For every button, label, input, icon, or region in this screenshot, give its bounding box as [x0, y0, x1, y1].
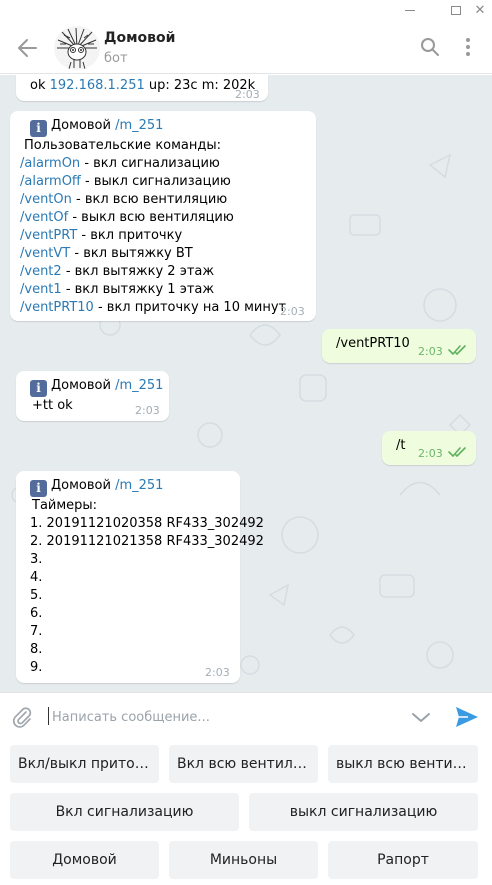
command-line: /ventPRT10 - вкл приточку на 10 минут [20, 299, 306, 317]
search-icon[interactable] [419, 36, 441, 58]
arrow-left-icon[interactable] [14, 36, 40, 60]
info-icon: i [30, 480, 47, 497]
command-desc: - вкл вытяжку ВТ [70, 246, 193, 261]
message-bubble[interactable]: i Домовой /m_251 Пользовательские команды… [10, 111, 316, 321]
command-link[interactable]: /vent1 [20, 282, 62, 297]
message-composer [0, 692, 492, 740]
info-icon: i [30, 120, 47, 137]
bot-keyboard: Вкл/выкл приточку Вкл всю вентиляцию вык… [0, 740, 492, 885]
sender-name: Домовой [51, 118, 111, 133]
timer-item: 3. [30, 552, 43, 567]
command-link[interactable]: /vent2 [20, 264, 62, 279]
command-line: /alarmOn - вкл сигнализацию [20, 155, 306, 173]
command-line: /vent2 - вкл вытяжку 2 этаж [20, 263, 306, 281]
timer-item: 8. [30, 642, 43, 657]
message-input[interactable] [52, 705, 392, 729]
message-bubble[interactable]: ok 192.168.1.251 up: 23c m: 202k 2:03 [16, 75, 268, 101]
command-line: /ventPRT - вкл приточку [20, 227, 306, 245]
chevron-down-icon[interactable] [410, 707, 432, 727]
command-link[interactable]: /ventVT [20, 246, 70, 261]
message-time: 2:03 [280, 305, 305, 318]
message-bubble[interactable]: i Домовой /m_251 Таймеры: 1. 201911210203… [16, 471, 264, 683]
timer-item: 7. [30, 624, 43, 639]
message-text: /ventPRT10 [336, 336, 410, 351]
command-desc: - вкл вытяжку 2 этаж [61, 264, 215, 279]
double-check-icon [448, 447, 466, 457]
command-link[interactable]: /ventOf [20, 210, 68, 225]
message-time: 2:03 [418, 447, 443, 460]
keyboard-button[interactable]: выкл сигнализацию [249, 793, 478, 831]
double-check-icon [448, 345, 466, 355]
message-time: 2:03 [205, 666, 230, 679]
message-text: ok 192.168.1.251 up: 23c m: 202k [30, 77, 258, 95]
command-desc: - вкл вытяжку 1 этаж [61, 282, 215, 297]
minimize-icon[interactable] [398, 2, 422, 20]
keyboard-button[interactable]: Вкл/выкл приточку [10, 745, 159, 783]
command-link[interactable]: /ventPRT10 [20, 300, 94, 315]
command-link[interactable]: /ventOn [20, 192, 72, 207]
command-link[interactable]: /ventPRT [20, 228, 77, 243]
command-desc: - вкл приточку на 10 минут [93, 300, 287, 315]
paperclip-icon[interactable] [10, 705, 34, 729]
keyboard-button[interactable]: Рапорт [328, 841, 478, 879]
message-text: Таймеры: [32, 498, 98, 513]
maximize-icon[interactable] [444, 2, 468, 20]
keyboard-button[interactable]: выкл всю вентиляцию [328, 745, 478, 783]
more-vertical-icon[interactable] [458, 36, 478, 58]
chat-header: Домовой бот [0, 22, 492, 74]
message-header: i Домовой /m_251 [30, 477, 230, 497]
message-text: Пользовательские команды: [24, 138, 222, 153]
message-text-part: ok [30, 78, 50, 93]
keyboard-button[interactable]: Вкл сигнализацию [10, 793, 239, 831]
sender-name: Домовой [51, 378, 111, 393]
timer-item: 2. 20191121021358 RF433_302492 [30, 534, 264, 549]
chat-subtitle: бот [104, 51, 128, 66]
ip-link[interactable]: 192.168.1.251 [50, 78, 145, 93]
text-caret [48, 707, 49, 725]
timer-item: 4. [30, 570, 43, 585]
message-time: 2:03 [418, 345, 443, 358]
command-desc: - выкл сигнализацию [80, 174, 231, 189]
sender-link[interactable]: /m_251 [115, 118, 163, 133]
sender-link[interactable]: /m_251 [115, 378, 163, 393]
window-titlebar: ✕ [0, 0, 492, 22]
close-icon[interactable]: ✕ [468, 2, 492, 20]
message-time: 2:03 [135, 404, 160, 417]
keyboard-button[interactable]: Вкл всю вентиляцию [169, 745, 318, 783]
command-desc: - вкл сигнализацию [80, 156, 220, 171]
info-icon: i [30, 380, 47, 397]
command-line: /ventVT - вкл вытяжку ВТ [20, 245, 306, 263]
message-bubble-outgoing[interactable]: /ventPRT10 2:03 [322, 329, 476, 363]
chat-title[interactable]: Домовой [104, 30, 175, 46]
command-line: /ventOf - выкл всю вентиляцию [20, 209, 306, 227]
command-desc: - вкл всю вентиляцию [71, 192, 228, 207]
message-bubble-outgoing[interactable]: /t 2:03 [382, 431, 476, 465]
message-header: i Домовой /m_251 [30, 377, 163, 397]
chat-history[interactable]: ok 192.168.1.251 up: 23c m: 202k 2:03 iД… [0, 75, 492, 692]
message-time: 2:03 [235, 88, 260, 101]
sender-link[interactable]: /m_251 [115, 478, 163, 493]
command-link[interactable]: /alarmOff [20, 174, 81, 189]
command-link[interactable]: /alarmOn [20, 156, 80, 171]
avatar[interactable] [54, 26, 100, 70]
keyboard-button[interactable]: Домовой [10, 841, 159, 879]
timer-item: 5. [30, 588, 43, 603]
timer-item: 9. [30, 660, 43, 675]
message-bubble[interactable]: i Домовой /m_251 +tt ok 2:03 [16, 371, 169, 421]
command-line: /ventOn - вкл всю вентиляцию [20, 191, 306, 209]
command-desc: - вкл приточку [77, 228, 183, 243]
keyboard-button[interactable]: Миньоны [169, 841, 318, 879]
timer-item: 1. 20191121020358 RF433_302492 [30, 516, 264, 531]
command-line: /alarmOff - выкл сигнализацию [20, 173, 306, 191]
command-line: /vent1 - вкл вытяжку 1 этаж [20, 281, 306, 299]
sender-name: Домовой [51, 478, 111, 493]
message-header: i Домовой /m_251 [30, 117, 306, 137]
command-desc: - выкл всю вентиляцию [68, 210, 234, 225]
timer-item: 6. [30, 606, 43, 621]
send-icon[interactable] [454, 705, 480, 729]
